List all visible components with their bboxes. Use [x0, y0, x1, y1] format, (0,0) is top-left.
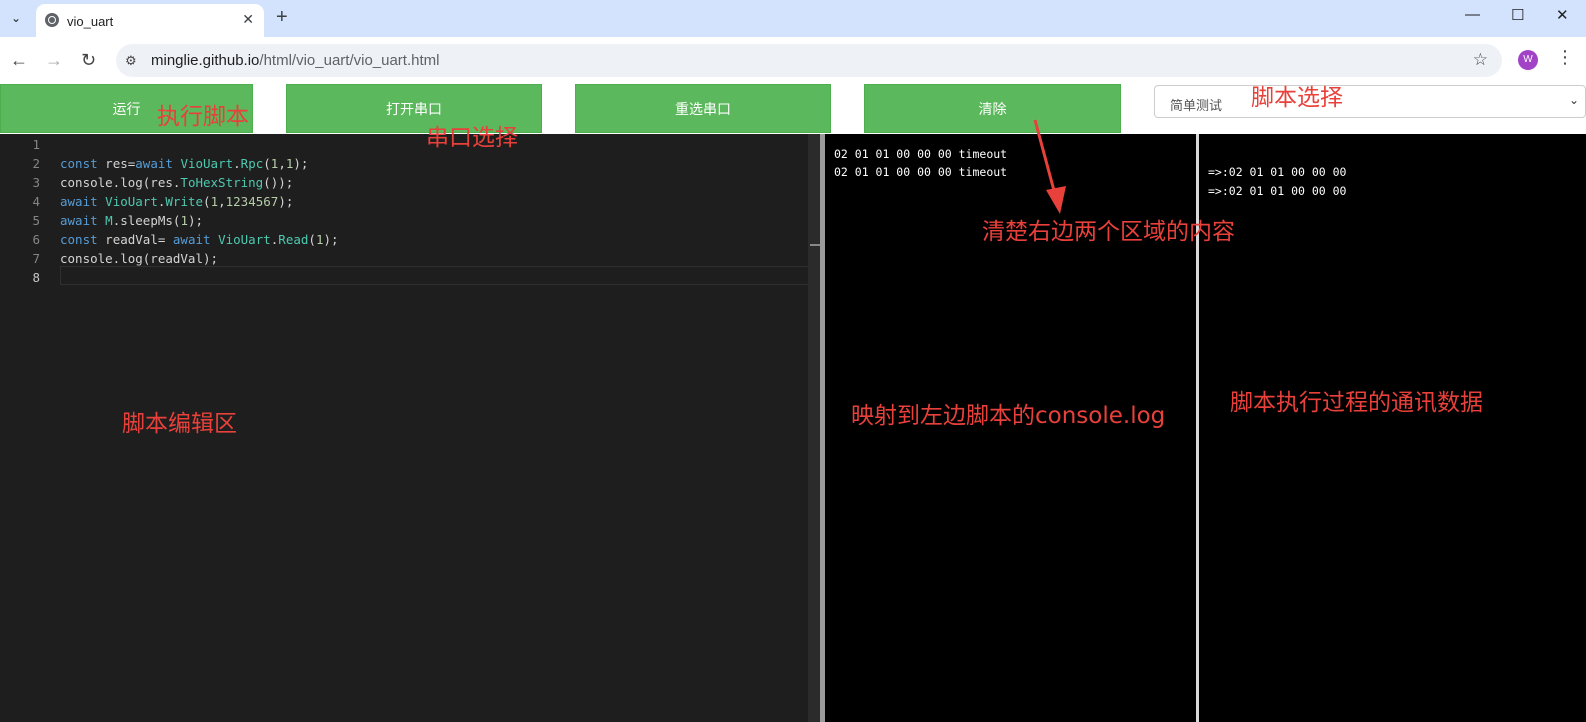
annotation-arrow	[1033, 119, 1066, 214]
